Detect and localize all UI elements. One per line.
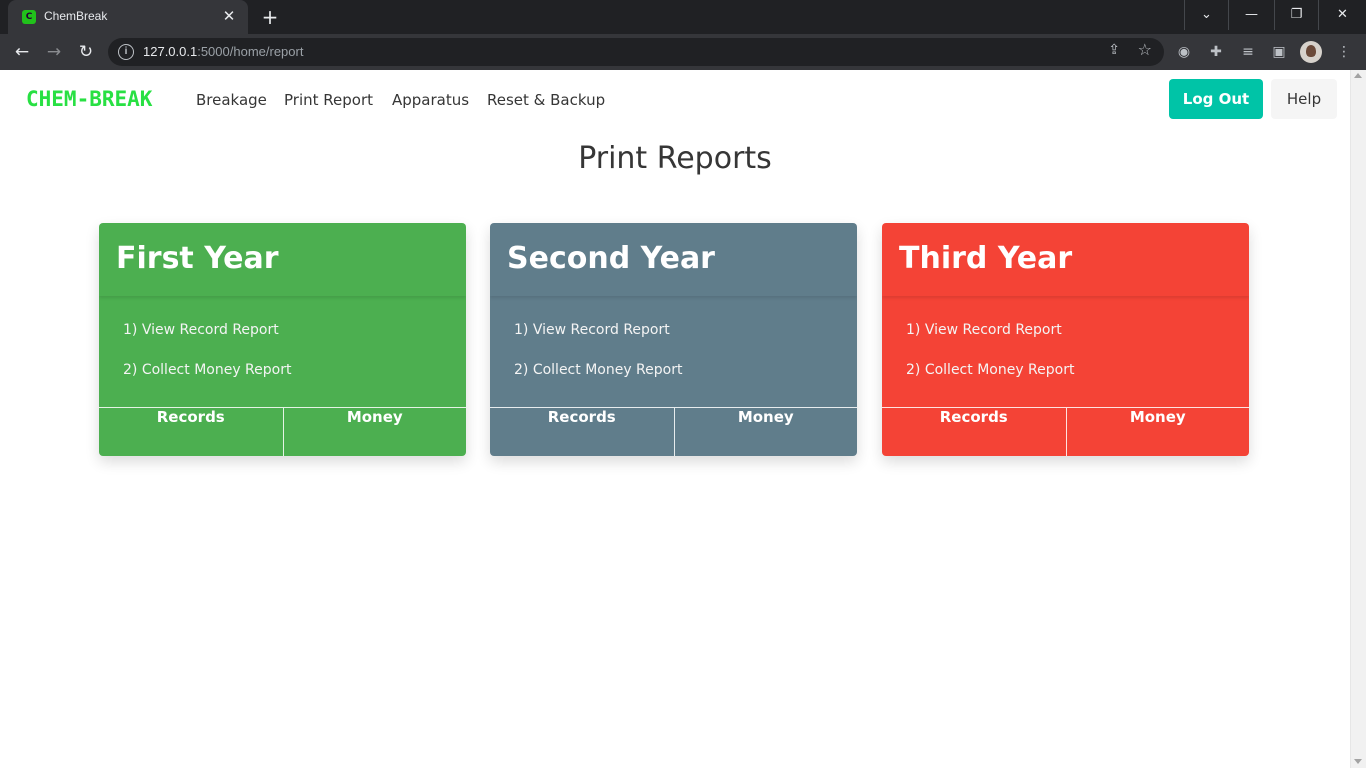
url-path: :5000/home/report (197, 44, 304, 59)
brand-logo[interactable]: CHEM-BREAK (26, 87, 152, 111)
reload-icon[interactable]: ↻ (74, 40, 98, 64)
second-year-card: Second Year 1) View Record Report 2) Col… (490, 223, 857, 456)
second-year-records-button[interactable]: Records (490, 408, 674, 456)
profile-avatar[interactable] (1300, 41, 1322, 63)
card-footer: Records Money (490, 407, 857, 456)
bookmark-star-icon[interactable]: ☆ (1138, 40, 1152, 59)
url-host: 127.0.0.1 (143, 44, 198, 59)
card-title: Third Year (899, 241, 1073, 276)
third-year-card: Third Year 1) View Record Report 2) Coll… (882, 223, 1249, 456)
card-header: First Year (99, 223, 466, 296)
window-close-icon[interactable]: ✕ (1320, 0, 1365, 30)
card-footer: Records Money (882, 407, 1249, 456)
scroll-up-arrow-icon[interactable] (1354, 73, 1362, 78)
browser-toolbar: ← → ↻ i 127.0.0.1:5000/home/report ⇪ ☆ ◉… (0, 34, 1366, 70)
third-year-records-button[interactable]: Records (882, 408, 1066, 456)
first-year-records-button[interactable]: Records (99, 408, 283, 456)
nav-link-breakage[interactable]: Breakage (196, 91, 267, 109)
share-icon[interactable]: ⇪ (1108, 42, 1120, 58)
card-header: Third Year (882, 223, 1249, 296)
tab-title: ChemBreak (44, 9, 108, 23)
help-button[interactable]: Help (1271, 79, 1337, 119)
scroll-down-arrow-icon[interactable] (1354, 759, 1362, 764)
side-panel-icon[interactable]: ▣ (1268, 41, 1290, 63)
nav-link-reset-backup[interactable]: Reset & Backup (487, 91, 605, 109)
window-minimize-icon[interactable]: — (1229, 0, 1274, 30)
tab-search-chevron-icon[interactable]: ⌄ (1184, 0, 1229, 30)
logout-button[interactable]: Log Out (1169, 79, 1263, 119)
forward-arrow-icon[interactable]: → (42, 40, 66, 64)
first-year-money-button[interactable]: Money (282, 408, 467, 456)
browser-menu-icon[interactable]: ⋮ (1333, 41, 1355, 63)
nav-link-print-report[interactable]: Print Report (284, 91, 373, 109)
card-item-collect-money-report: 2) Collect Money Report (906, 362, 1075, 378)
card-item-view-record-report: 1) View Record Report (123, 322, 279, 338)
window-restore-icon[interactable]: ❐ (1274, 0, 1319, 30)
url-text[interactable]: 127.0.0.1:5000/home/report (143, 44, 303, 59)
media-queue-icon[interactable]: ≡ (1237, 41, 1259, 63)
page-scrollbar[interactable] (1350, 70, 1366, 768)
card-item-collect-money-report: 2) Collect Money Report (123, 362, 292, 378)
second-year-money-button[interactable]: Money (673, 408, 858, 456)
tab-close-icon[interactable]: ✕ (220, 7, 238, 25)
site-info-icon[interactable]: i (118, 44, 134, 60)
page-viewport: CHEM-BREAK Breakage Print Report Apparat… (0, 70, 1366, 768)
new-tab-plus-icon[interactable]: + (258, 5, 282, 29)
first-year-card: First Year 1) View Record Report 2) Coll… (99, 223, 466, 456)
card-title: Second Year (507, 241, 715, 276)
address-bar[interactable]: i 127.0.0.1:5000/home/report ⇪ ☆ (108, 38, 1164, 66)
browser-tab-strip: C ChemBreak ✕ + ⌄ — ❐ ✕ (0, 0, 1366, 34)
card-item-view-record-report: 1) View Record Report (906, 322, 1062, 338)
chembreak-favicon-icon: C (22, 10, 36, 24)
extension-glasses-icon[interactable]: ◉ (1173, 41, 1195, 63)
card-title: First Year (116, 241, 279, 276)
extensions-puzzle-icon[interactable]: ✚ (1205, 41, 1227, 63)
back-arrow-icon[interactable]: ← (10, 40, 34, 64)
card-item-collect-money-report: 2) Collect Money Report (514, 362, 683, 378)
browser-tab[interactable]: C ChemBreak ✕ (8, 0, 248, 34)
page-title: Print Reports (578, 141, 772, 176)
nav-link-apparatus[interactable]: Apparatus (392, 91, 469, 109)
third-year-money-button[interactable]: Money (1065, 408, 1250, 456)
card-item-view-record-report: 1) View Record Report (514, 322, 670, 338)
card-header: Second Year (490, 223, 857, 296)
card-footer: Records Money (99, 407, 466, 456)
